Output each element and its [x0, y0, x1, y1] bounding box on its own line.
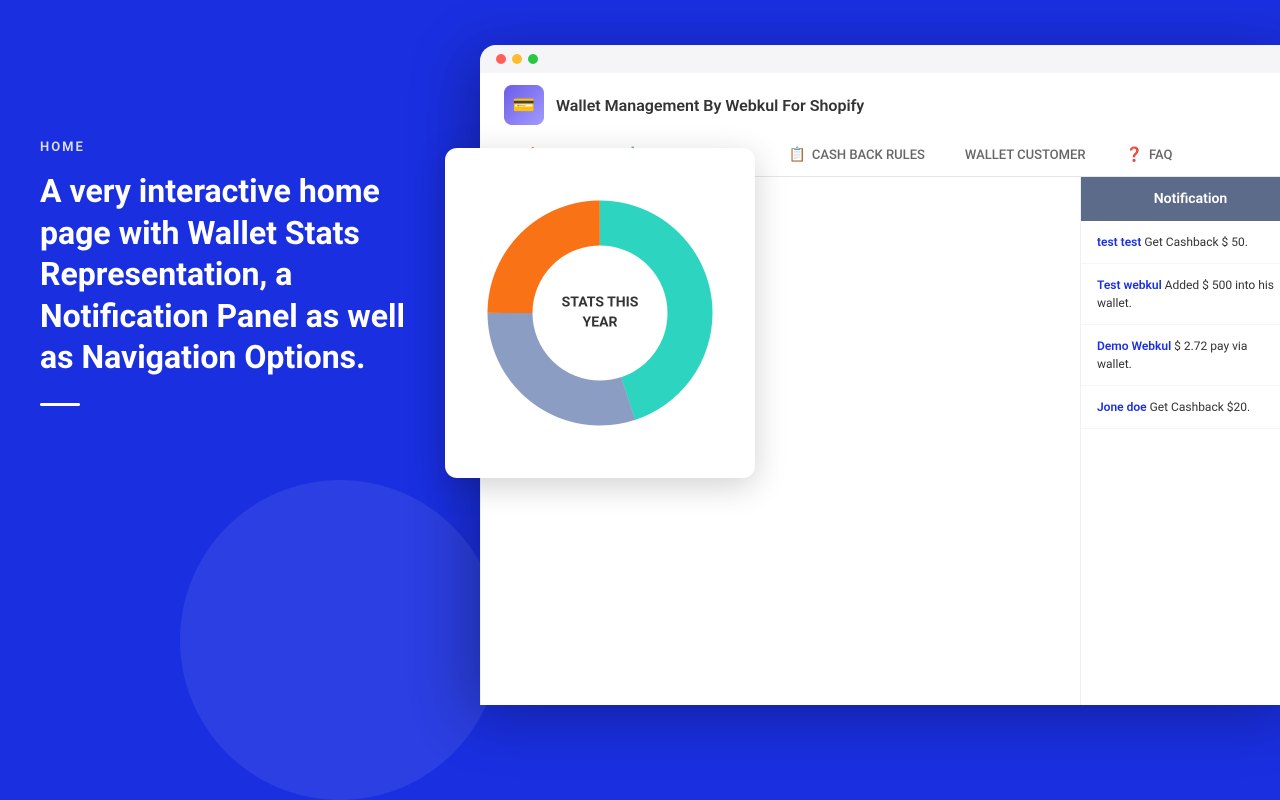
tab-wallet-label: WALLET CUSTOMER — [965, 148, 1086, 163]
cashback-tab-icon: 📋 — [788, 147, 805, 163]
app-title: Wallet Management By Webkul For Shopify — [556, 96, 864, 115]
text-divider — [40, 403, 80, 406]
notification-item-2: Test webkul Added $ 500 into his wallet. — [1081, 264, 1280, 325]
maximize-dot — [528, 54, 538, 64]
donut-label: STATS THIS YEAR — [562, 293, 639, 332]
close-dot — [496, 54, 506, 64]
notification-item-4: Jone doe Get Cashback $20. — [1081, 386, 1280, 429]
notif-name-3: Demo Webkul — [1097, 339, 1171, 353]
browser-bar — [480, 45, 1280, 73]
wallet-icon: 💳 — [513, 95, 535, 116]
bg-decoration — [180, 480, 500, 800]
tab-faq[interactable]: ❓ FAQ — [1106, 137, 1193, 176]
tab-faq-label: FAQ — [1149, 148, 1173, 163]
notification-panel: Notification test test Get Cashback $ 50… — [1080, 177, 1280, 705]
chart-card-overlay: STATS THIS YEAR — [445, 148, 755, 478]
donut-chart: STATS THIS YEAR — [480, 193, 720, 433]
left-panel: HOME A very interactive home page with W… — [40, 140, 420, 406]
notif-name-1: test test — [1097, 235, 1141, 249]
notification-header: Notification — [1081, 177, 1280, 221]
notif-name-4: Jone doe — [1097, 400, 1147, 414]
notification-item-1: test test Get Cashback $ 50. — [1081, 221, 1280, 264]
notification-item-3: Demo Webkul $ 2.72 pay via wallet. — [1081, 325, 1280, 386]
tab-wallet-customer[interactable]: WALLET CUSTOMER — [945, 137, 1106, 176]
home-label: HOME — [40, 140, 420, 155]
minimize-dot — [512, 54, 522, 64]
notif-msg-4: Get Cashback $20. — [1150, 400, 1251, 414]
notif-msg-1: Get Cashback $ 50. — [1144, 235, 1248, 249]
main-description: A very interactive home page with Wallet… — [40, 171, 420, 379]
notif-name-2: Test webkul — [1097, 278, 1162, 292]
app-title-row: 💳 Wallet Management By Webkul For Shopif… — [504, 85, 1276, 125]
tab-cashback[interactable]: 📋 CASH BACK RULES — [768, 137, 944, 176]
app-logo: 💳 — [504, 85, 544, 125]
faq-tab-icon: ❓ — [1126, 147, 1143, 163]
tab-cashback-label: CASH BACK RULES — [812, 148, 925, 163]
